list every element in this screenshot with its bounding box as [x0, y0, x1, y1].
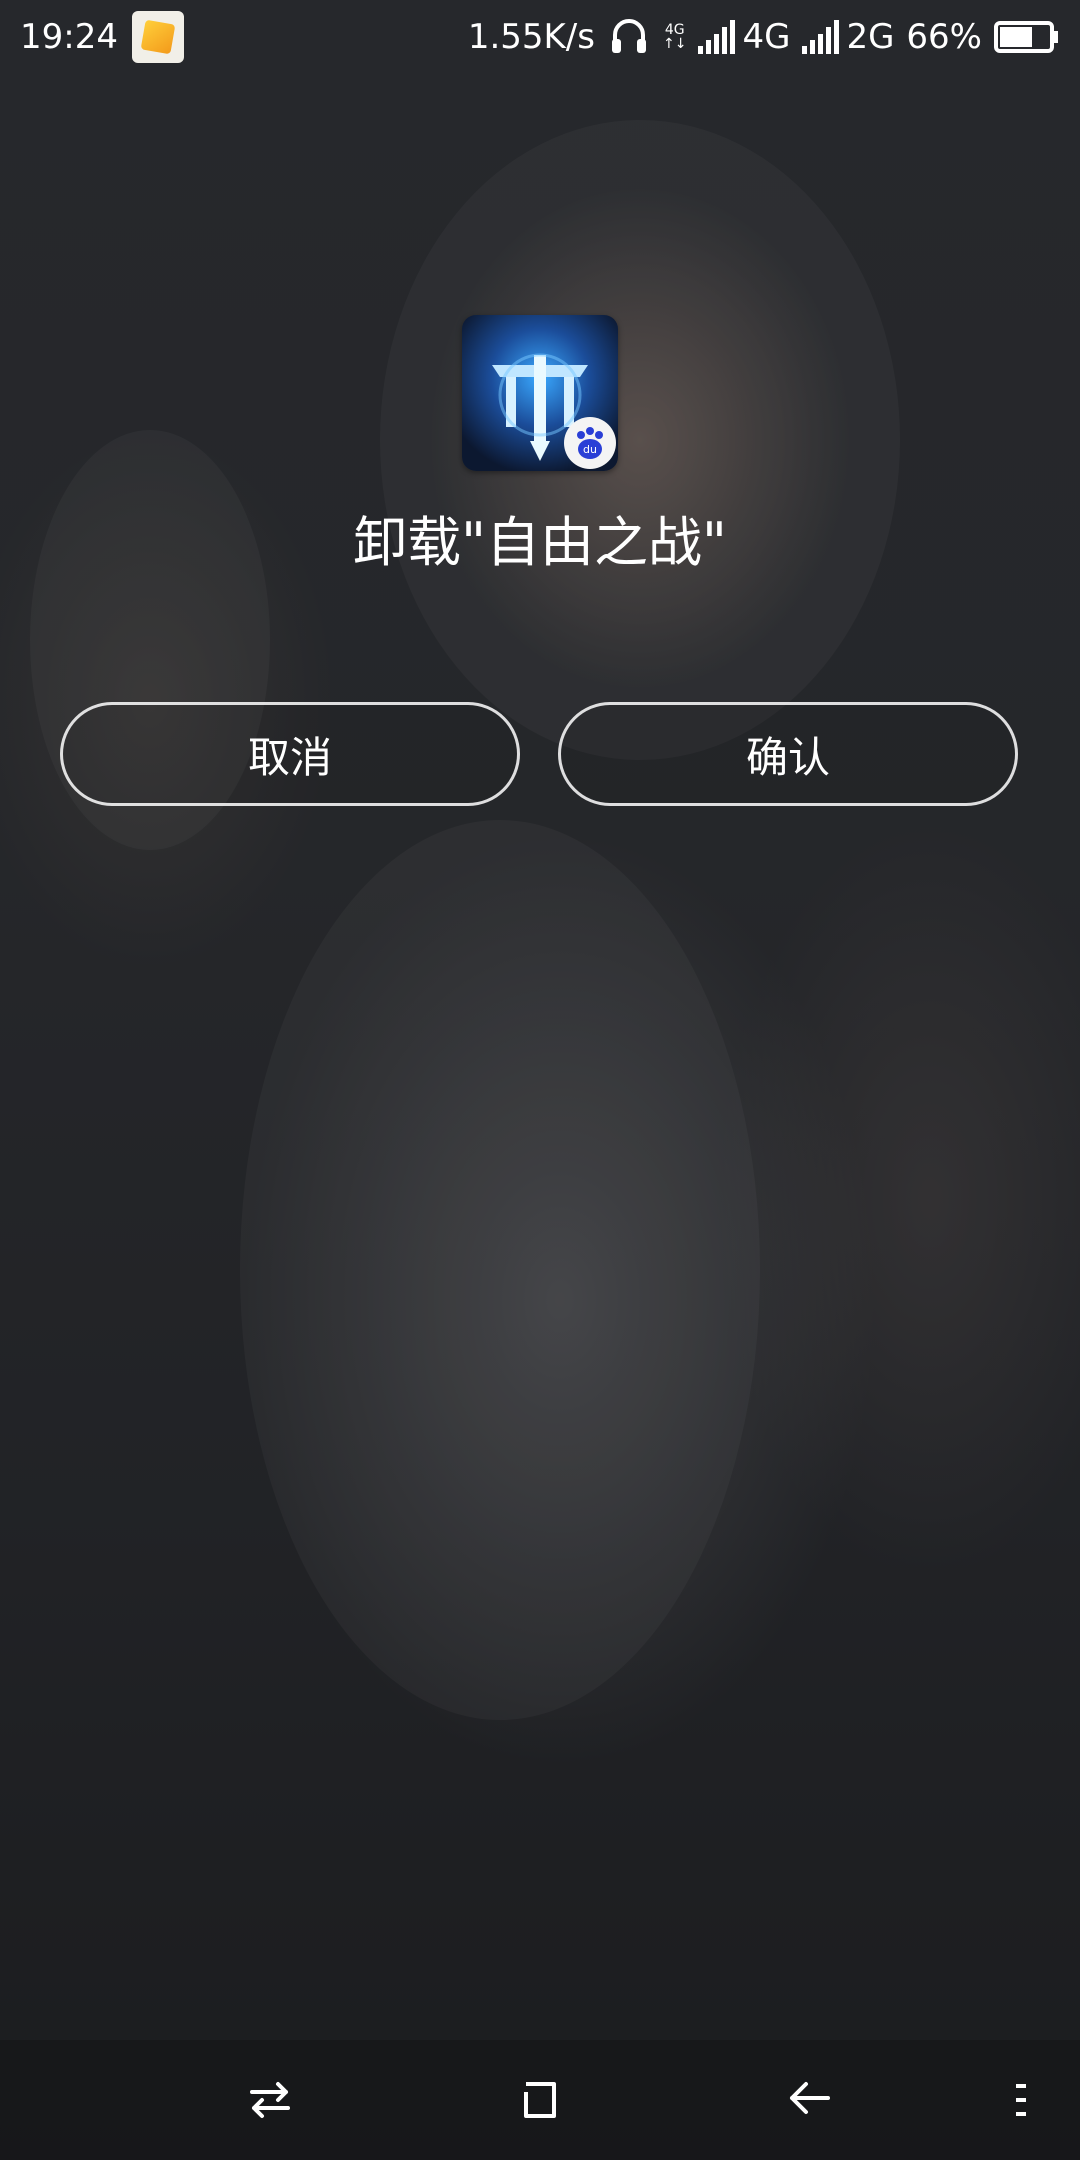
confirm-button[interactable]: 确认	[558, 702, 1018, 806]
headset-icon	[607, 15, 651, 59]
status-bar: 19:24 1.55K/s 4G ↑↓ 4G 2G 66%	[0, 0, 1080, 74]
data-indicator: 4G ↑↓	[662, 22, 687, 52]
back-icon[interactable]	[770, 2060, 850, 2140]
menu-icon[interactable]	[980, 2060, 1060, 2140]
home-icon[interactable]	[500, 2060, 580, 2140]
app-icon: du	[462, 315, 618, 471]
cancel-label: 取消	[247, 732, 332, 782]
svg-text:du: du	[583, 443, 597, 456]
navigation-bar	[0, 2040, 1080, 2160]
confirm-label: 确认	[745, 732, 830, 782]
status-time: 19:24	[20, 17, 118, 57]
sim1-signal: 4G	[698, 17, 790, 57]
uninstall-screen: 19:24 1.55K/s 4G ↑↓ 4G 2G 66% du 卸载"自由之战…	[0, 0, 1080, 2160]
baidu-badge-icon: du	[564, 417, 616, 469]
battery-percent: 66%	[906, 17, 982, 57]
dialog-title: 卸载"自由之战"	[353, 511, 727, 574]
notification-app-icon	[131, 11, 184, 63]
network-speed: 1.55K/s	[467, 17, 595, 57]
battery-icon	[994, 20, 1060, 54]
signal-icon-2	[802, 20, 842, 54]
sim2-signal: 2G	[802, 17, 894, 57]
cancel-button[interactable]: 取消	[60, 702, 520, 806]
switch-icon[interactable]	[230, 2060, 310, 2140]
signal-icon	[698, 20, 738, 54]
